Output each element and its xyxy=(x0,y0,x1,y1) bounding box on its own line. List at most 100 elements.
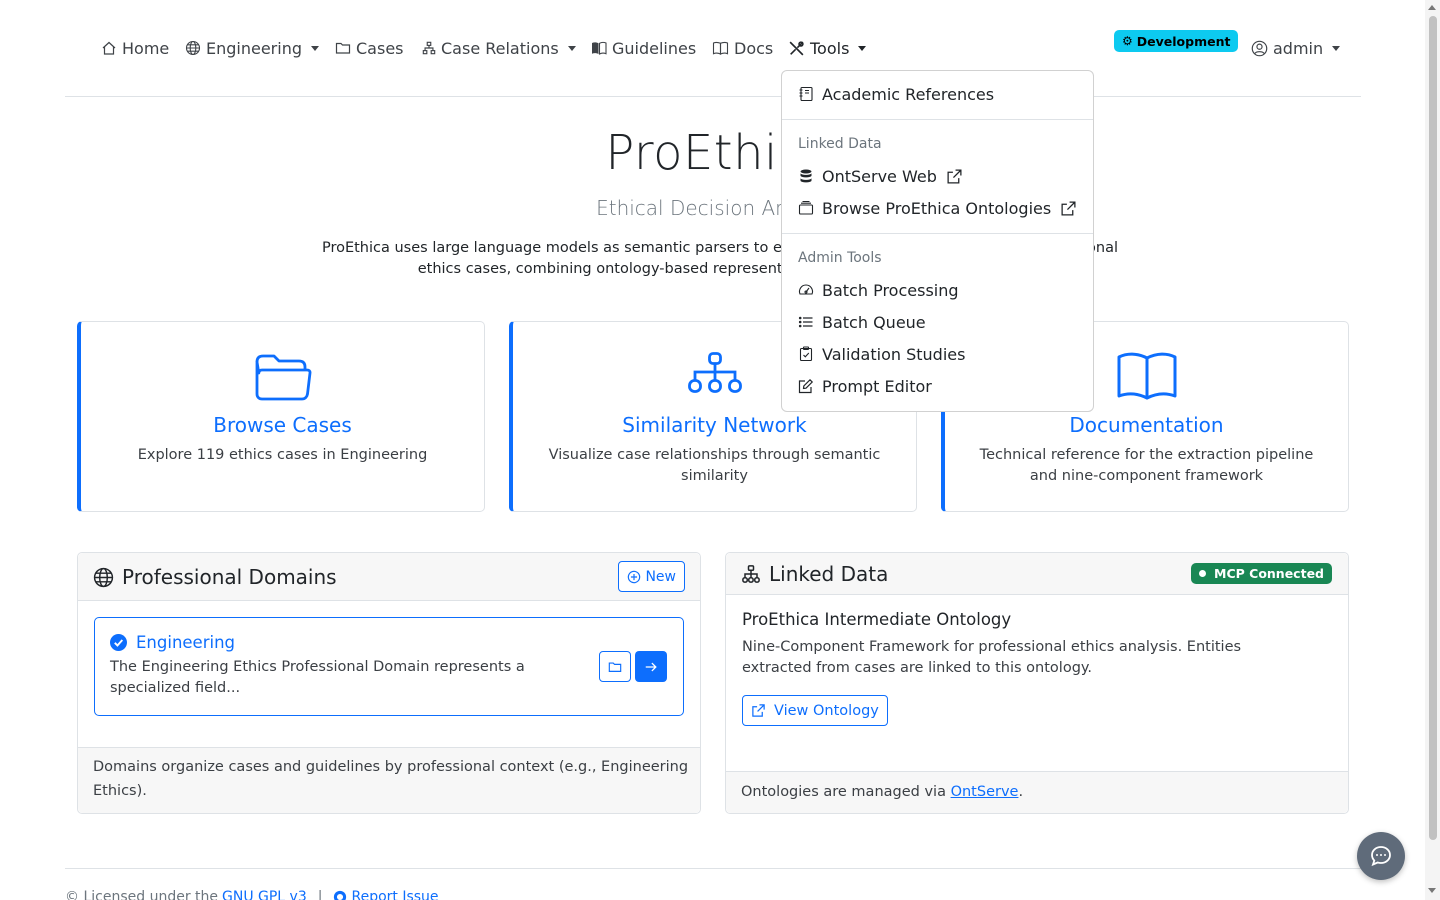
menu-batch-processing[interactable]: Batch Processing xyxy=(782,274,1093,306)
domain-browse-cases-button[interactable] xyxy=(599,651,631,682)
ontology-title: ProEthica Intermediate Ontology xyxy=(742,610,1012,629)
ontology-description: Nine-Component Framework for professiona… xyxy=(742,639,1242,676)
menu-ontserve-web[interactable]: OntServe Web xyxy=(782,160,1093,192)
github-icon xyxy=(334,890,347,900)
scrollbar-thumb[interactable] xyxy=(1429,16,1437,840)
domain-open-button[interactable] xyxy=(635,651,667,682)
menu-header-admin-tools: Admin Tools xyxy=(798,250,882,266)
browse-cases-desc: Explore 119 ethics cases in Engineering xyxy=(137,447,428,463)
open-book-icon xyxy=(1117,352,1176,400)
nav-case-relations-dropdown[interactable]: Case Relations xyxy=(422,36,576,60)
license-text: © Licensed under the xyxy=(65,889,218,900)
menu-prompt-editor[interactable]: Prompt Editor xyxy=(782,370,1093,402)
tools-dropdown-menu: Academic References Linked Data OntServe… xyxy=(781,70,1094,412)
collection-icon xyxy=(798,200,814,215)
top-navbar: Home Engineering Cases Case Relations Gu… xyxy=(65,0,1361,97)
menu-divider xyxy=(782,233,1093,234)
nav-engineering-dropdown[interactable]: Engineering xyxy=(185,36,319,60)
page-subtitle: Ethical Decision Analysis xyxy=(596,196,844,220)
journal-icon xyxy=(799,86,813,102)
folder-icon xyxy=(608,661,622,672)
nav-home[interactable]: Home xyxy=(101,36,169,60)
panel-footer: Domains organize cases and guidelines by… xyxy=(78,747,700,813)
check-circle-icon xyxy=(110,634,127,651)
browse-cases-title: Browse Cases xyxy=(213,413,352,437)
chat-assistant-button[interactable] xyxy=(1357,832,1405,880)
environment-badge-label: Development xyxy=(1136,33,1231,49)
nav-engineering-label: Engineering xyxy=(206,38,302,58)
tools-icon xyxy=(789,40,804,55)
menu-validation-studies[interactable]: Validation Studies xyxy=(782,338,1093,370)
network-diagram-icon xyxy=(687,352,742,393)
external-link-icon xyxy=(1061,200,1076,216)
menu-divider xyxy=(782,119,1093,120)
nav-docs[interactable]: Docs xyxy=(712,36,773,60)
footer-divider xyxy=(65,868,1361,869)
page-title: ProEthica xyxy=(605,125,835,181)
nav-home-label: Home xyxy=(122,38,170,58)
scroll-up-icon[interactable] xyxy=(1428,5,1436,10)
view-ontology-button[interactable]: View Ontology xyxy=(742,695,888,726)
external-link-icon xyxy=(947,168,962,184)
globe-icon xyxy=(185,40,201,56)
similarity-network-desc: Visualize case relationships through sem… xyxy=(548,447,881,484)
mcp-status-badge: MCP Connected xyxy=(1191,563,1332,584)
list-icon xyxy=(798,316,813,328)
menu-batch-queue[interactable]: Batch Queue xyxy=(782,306,1093,338)
menu-academic-references[interactable]: Academic References xyxy=(782,78,1093,110)
chat-dots-icon xyxy=(1371,846,1391,867)
linked-data-panel: Linked Data MCP Connected ProEthica Inte… xyxy=(725,552,1349,814)
plus-circle-icon xyxy=(628,570,641,583)
professional-domains-panel: Professional Domains New Engineering The… xyxy=(77,552,701,814)
nav-docs-label: Docs xyxy=(734,38,774,58)
report-issue-link[interactable]: Report Issue xyxy=(351,889,438,900)
external-link-icon xyxy=(752,704,765,717)
domain-card-engineering[interactable]: Engineering The Engineering Ethics Profe… xyxy=(94,617,684,716)
nav-guidelines-label: Guidelines xyxy=(612,38,697,58)
panel-title: Professional Domains xyxy=(93,565,337,589)
domain-description: The Engineering Ethics Professional Doma… xyxy=(110,659,525,696)
caret-down-icon xyxy=(567,45,576,51)
person-circle-icon xyxy=(1251,40,1268,56)
book-icon xyxy=(592,41,607,55)
menu-browse-ontologies[interactable]: Browse ProEthica Ontologies xyxy=(782,192,1093,224)
user-menu-dropdown[interactable]: admin xyxy=(1251,36,1341,60)
status-dot-icon xyxy=(1199,570,1207,577)
panel-header: Linked Data MCP Connected xyxy=(726,553,1348,595)
environment-badge: ⚙ Development xyxy=(1114,30,1239,52)
vertical-scrollbar[interactable] xyxy=(1425,0,1440,900)
open-book-icon xyxy=(712,41,729,55)
database-icon xyxy=(800,169,812,183)
license-link[interactable]: GNU GPL v3 xyxy=(222,889,307,900)
arrow-right-icon xyxy=(645,662,657,671)
new-domain-button[interactable]: New xyxy=(618,561,685,592)
nav-cases[interactable]: Cases xyxy=(335,36,404,60)
nav-tools-dropdown[interactable]: Tools xyxy=(788,36,867,60)
diagram-icon xyxy=(422,41,436,55)
folder-open-icon xyxy=(255,354,311,401)
diagram-icon xyxy=(742,565,760,583)
browse-cases-card[interactable]: Browse Cases Explore 119 ethics cases in… xyxy=(77,321,485,512)
documentation-title: Documentation xyxy=(1069,413,1224,437)
caret-down-icon xyxy=(858,45,867,51)
caret-down-icon xyxy=(311,45,319,51)
ontserve-link[interactable]: OntServe xyxy=(951,784,1019,800)
house-icon xyxy=(102,41,116,55)
domain-name: Engineering xyxy=(110,633,235,652)
panel-title: Linked Data xyxy=(741,562,888,586)
speedometer-icon xyxy=(798,284,814,295)
page-footer: © Licensed under the GNU GPL v3 | Report… xyxy=(65,889,439,900)
panel-header: Professional Domains New xyxy=(78,553,700,601)
footer-separator: | xyxy=(317,889,323,900)
scroll-down-icon[interactable] xyxy=(1428,888,1436,893)
clipboard-check-icon xyxy=(799,346,813,362)
nav-guidelines[interactable]: Guidelines xyxy=(591,36,696,60)
documentation-desc: Technical reference for the extraction p… xyxy=(979,447,1314,484)
caret-down-icon xyxy=(1332,45,1341,51)
nav-tools-label: Tools xyxy=(810,38,850,58)
folder-icon xyxy=(335,42,351,54)
gear-icon: ⚙ xyxy=(1122,34,1133,48)
nav-case-relations-label: Case Relations xyxy=(441,38,559,58)
similarity-network-title: Similarity Network xyxy=(622,413,807,437)
nav-cases-label: Cases xyxy=(356,38,404,58)
